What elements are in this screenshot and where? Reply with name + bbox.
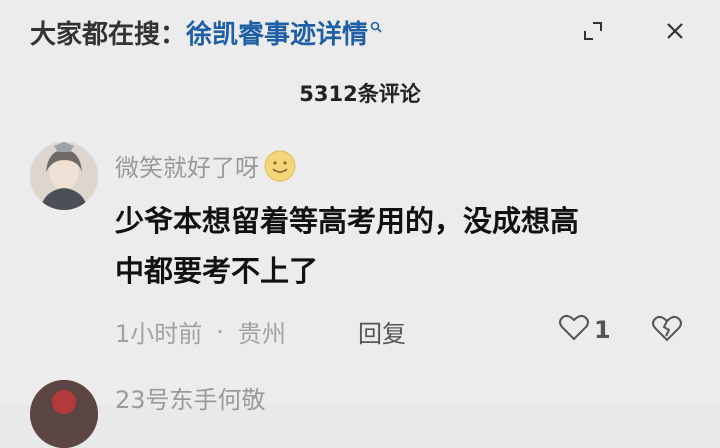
expand-icon[interactable]: [578, 16, 608, 46]
comment-username[interactable]: 微笑就好了呀: [115, 148, 297, 183]
comment-meta: 1小时前 · 贵州: [115, 314, 286, 349]
like-count: 1: [594, 316, 611, 344]
comments-panel: 大家都在搜： 徐凯睿事迹详情 5312条评论 微笑就好了呀 少爷本想留着等高考用…: [0, 0, 720, 448]
meta-separator: ·: [216, 317, 224, 346]
search-suggestion[interactable]: 大家都在搜： 徐凯睿事迹详情: [30, 14, 382, 51]
search-query[interactable]: 徐凯睿事迹详情: [186, 14, 368, 51]
avatar[interactable]: [30, 380, 98, 448]
avatar[interactable]: [30, 142, 98, 210]
header-bar: 大家都在搜： 徐凯睿事迹详情: [0, 0, 720, 70]
username-text: 微笑就好了呀: [115, 154, 259, 182]
comment-username[interactable]: 23号东手何敬: [115, 380, 266, 415]
reply-button[interactable]: 回复: [358, 314, 406, 349]
dislike-button[interactable]: [650, 313, 684, 347]
comment-count: 5312条评论: [299, 82, 421, 106]
search-prefix: 大家都在搜：: [30, 20, 187, 50]
comment-time: 1小时前: [115, 320, 203, 348]
close-icon[interactable]: [660, 16, 690, 46]
search-icon: [370, 19, 382, 37]
heart-icon: [558, 313, 590, 347]
like-button[interactable]: 1: [558, 313, 611, 347]
comment-text: 少爷本想留着等高考用的，没成想高 中都要考不上了: [115, 196, 695, 296]
smile-emoji-icon: [263, 149, 297, 183]
comment-text-line: 中都要考不上了: [115, 254, 319, 288]
comment-location: 贵州: [237, 320, 286, 348]
broken-heart-icon: [650, 315, 684, 347]
comment-text-line: 少爷本想留着等高考用的，没成想高: [115, 204, 580, 238]
